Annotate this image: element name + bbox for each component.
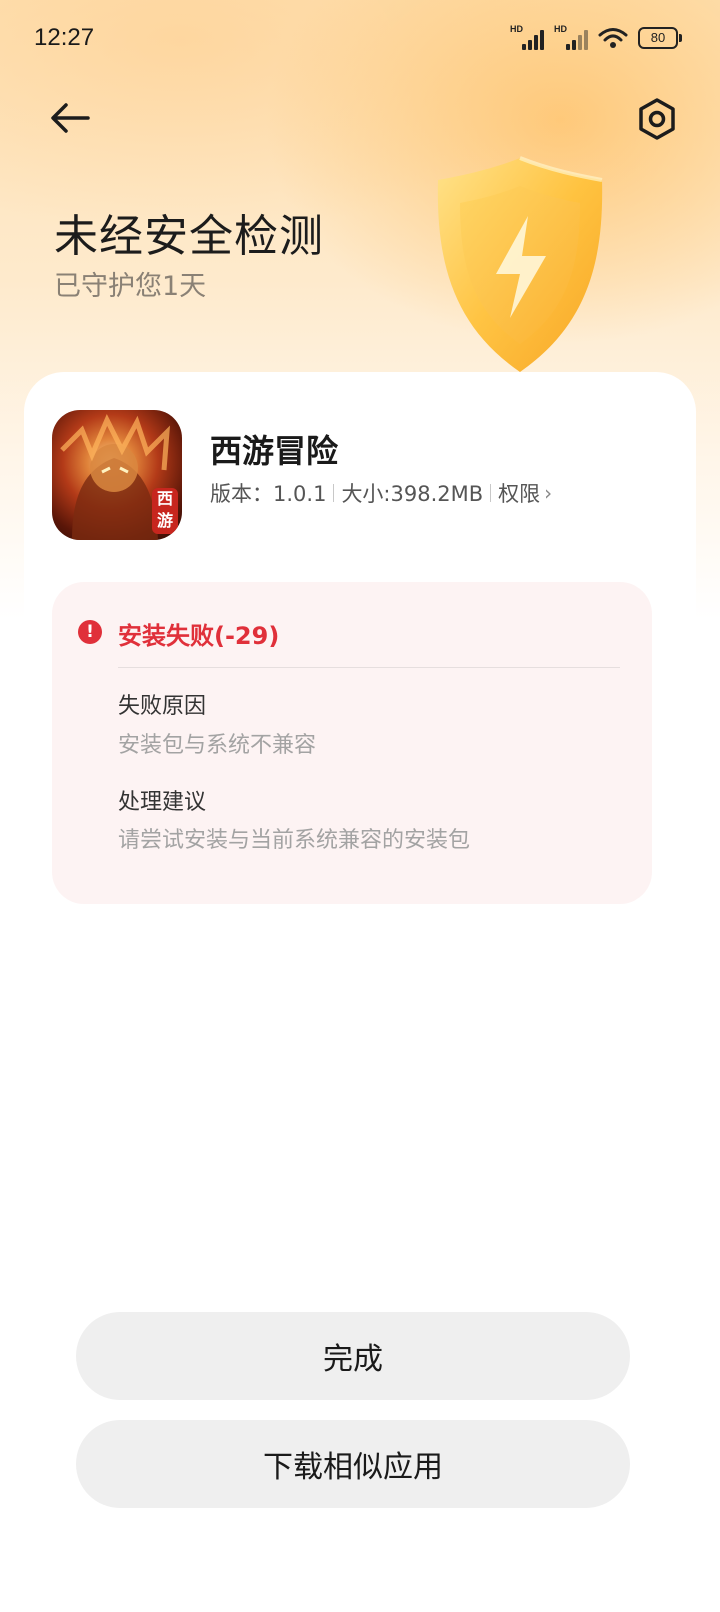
signal-1-hd-label: HD	[510, 24, 523, 34]
suggestion-heading: 处理建议	[118, 790, 207, 815]
page-subtitle: 已守护您1天	[54, 271, 207, 302]
app-name: 西游冒险	[210, 432, 339, 470]
app-size: 大小:398.2MB	[341, 482, 484, 506]
status-time: 12:27	[34, 24, 95, 51]
page-title: 未经安全检测	[54, 211, 324, 262]
battery-icon: 80	[638, 27, 682, 49]
app-icon-stamp: 西游	[152, 488, 178, 534]
meta-divider	[490, 484, 492, 502]
wifi-icon	[598, 28, 628, 48]
back-button[interactable]	[44, 96, 96, 140]
status-icons: HD HD 80	[510, 24, 682, 50]
shield-lightning-icon	[437, 156, 603, 372]
failure-reason-text: 安装包与系统不兼容	[118, 733, 317, 758]
chevron-right-icon: ›	[544, 481, 553, 505]
error-alert-icon: !	[78, 620, 102, 644]
download-similar-button[interactable]: 下载相似应用	[76, 1420, 630, 1508]
app-icon: 西游	[52, 410, 182, 540]
app-version: 版本：1.0.1	[210, 482, 327, 506]
settings-button[interactable]	[632, 94, 682, 144]
failure-reason-heading: 失败原因	[118, 694, 207, 719]
permissions-link[interactable]: 权限 ›	[498, 478, 552, 508]
done-button[interactable]: 完成	[76, 1312, 630, 1400]
back-arrow-icon	[51, 103, 90, 133]
status-bar: 12:27 HD HD 80	[0, 0, 720, 80]
permissions-label: 权限	[498, 482, 541, 506]
app-meta-row: 版本：1.0.1 大小:398.2MB 权限 ›	[210, 478, 552, 508]
settings-gear-icon	[639, 98, 675, 140]
signal-2-hd-label: HD	[554, 24, 567, 34]
signal-2-icon: HD	[554, 24, 588, 50]
meta-divider	[333, 484, 335, 502]
error-divider	[118, 667, 620, 668]
error-title: 安装失败(-29)	[118, 622, 280, 650]
suggestion-text: 请尝试安装与当前系统兼容的安装包	[118, 828, 471, 853]
signal-1-icon: HD	[510, 24, 544, 50]
